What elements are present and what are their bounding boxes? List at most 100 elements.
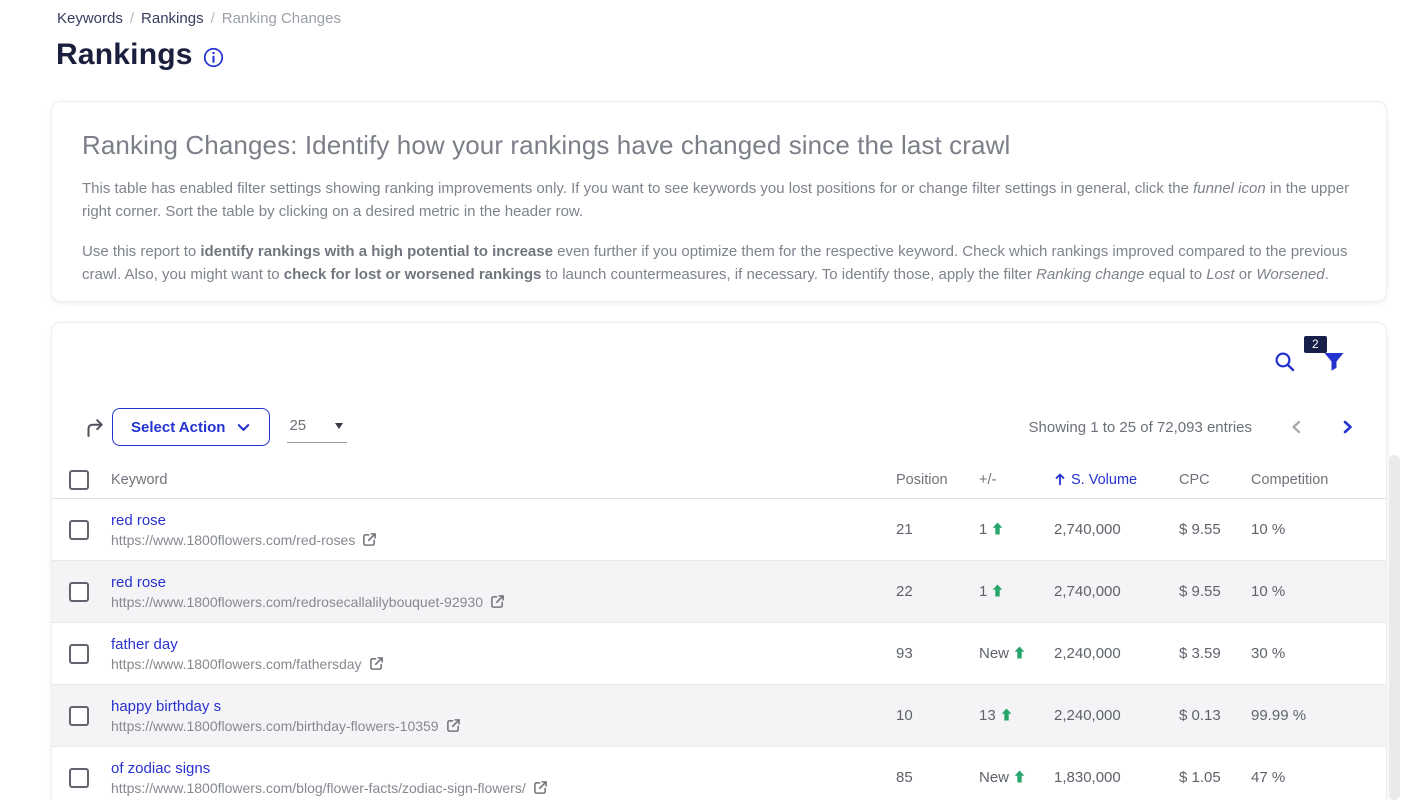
external-link-icon[interactable] (490, 594, 505, 609)
table-row: of zodiac signs https://www.1800flowers.… (52, 747, 1386, 800)
rankings-page: Keywords / Rankings / Ranking Changes Ra… (0, 0, 1422, 800)
pagination-prev-icon[interactable] (1288, 418, 1306, 436)
change-value: 1 (979, 521, 987, 538)
breadcrumb: Keywords / Rankings / Ranking Changes (57, 10, 341, 27)
table-body: red rose https://www.1800flowers.com/red… (52, 499, 1386, 800)
page-size-value: 25 (289, 417, 306, 434)
intro-p2-filter-name: Ranking change (1036, 266, 1144, 283)
keyword-url: https://www.1800flowers.com/blog/flower-… (111, 780, 526, 796)
intro-p2-text: or (1235, 266, 1257, 283)
change-up-arrow-icon (992, 584, 1003, 597)
intro-p2-bold-worsened: check for lost or worsened rankings (284, 266, 542, 283)
chevron-down-icon (236, 420, 251, 435)
table-row: happy birthday s https://www.1800flowers… (52, 685, 1386, 747)
header-position[interactable]: Position (896, 472, 979, 488)
header-change[interactable]: +/- (979, 472, 1054, 488)
keyword-url: https://www.1800flowers.com/red-roses (111, 532, 355, 548)
intro-p2-text: Use this report to (82, 243, 200, 260)
volume-value: 2,740,000 (1054, 521, 1179, 538)
change-up-arrow-icon (1014, 770, 1025, 783)
keyword-link[interactable]: of zodiac signs (111, 760, 210, 777)
sort-asc-icon (1054, 473, 1066, 486)
intro-p2-text: . (1325, 266, 1329, 283)
competition-value: 30 % (1251, 645, 1386, 662)
ranking-table-card: 2 Select Action 25 (51, 322, 1387, 800)
change-value: 13 (979, 707, 996, 724)
intro-card: Ranking Changes: Identify how your ranki… (51, 101, 1387, 302)
volume-value: 1,830,000 (1054, 769, 1179, 786)
table-toolbar: Select Action 25 Showing 1 to 25 of 72,0… (52, 407, 1386, 447)
cpc-value: $ 0.13 (1179, 707, 1251, 724)
title-row: Rankings (56, 38, 224, 72)
rankings-table: Keyword Position +/- S. Volume CPC Compe… (52, 461, 1386, 800)
scrollbar[interactable] (1389, 455, 1400, 800)
keyword-link[interactable]: father day (111, 636, 178, 653)
keyword-link[interactable]: red rose (111, 512, 166, 529)
external-link-icon[interactable] (446, 718, 461, 733)
row-checkbox[interactable] (69, 520, 89, 540)
filter-funnel[interactable]: 2 (1322, 350, 1346, 374)
position-value: 21 (896, 521, 979, 538)
table-actions: 2 (1274, 350, 1346, 374)
keyword-url: https://www.1800flowers.com/redrosecalla… (111, 594, 483, 610)
competition-value: 10 % (1251, 521, 1386, 538)
intro-p2-text: equal to (1144, 266, 1206, 283)
competition-value: 10 % (1251, 583, 1386, 600)
intro-p2-text: to launch countermeasures, if necessary.… (541, 266, 1036, 283)
table-header-row: Keyword Position +/- S. Volume CPC Compe… (52, 461, 1386, 499)
position-value: 85 (896, 769, 979, 786)
table-row: red rose https://www.1800flowers.com/red… (52, 499, 1386, 561)
cpc-value: $ 9.55 (1179, 583, 1251, 600)
search-icon[interactable] (1274, 351, 1296, 373)
header-volume[interactable]: S. Volume (1054, 472, 1179, 488)
intro-p1-funnel-icon-ref: funnel icon (1193, 180, 1266, 197)
cpc-value: $ 9.55 (1179, 521, 1251, 538)
position-value: 93 (896, 645, 979, 662)
breadcrumb-separator: / (130, 10, 134, 27)
change-value: New (979, 769, 1009, 786)
page-title: Rankings (56, 38, 193, 72)
volume-value: 2,740,000 (1054, 583, 1179, 600)
competition-value: 47 % (1251, 769, 1386, 786)
position-value: 10 (896, 707, 979, 724)
caret-down-icon (335, 423, 343, 429)
change-value: New (979, 645, 1009, 662)
intro-paragraph-2: Use this report to identify rankings wit… (82, 240, 1356, 287)
row-checkbox[interactable] (69, 582, 89, 602)
competition-value: 99.99 % (1251, 707, 1386, 724)
volume-value: 2,240,000 (1054, 707, 1179, 724)
intro-p2-filter-lost: Lost (1206, 266, 1234, 283)
change-up-arrow-icon (1014, 646, 1025, 659)
external-link-icon[interactable] (362, 532, 377, 547)
header-keyword[interactable]: Keyword (111, 472, 896, 488)
change-value: 1 (979, 583, 987, 600)
change-up-arrow-icon (1001, 708, 1012, 721)
keyword-link[interactable]: happy birthday s (111, 698, 221, 715)
volume-value: 2,240,000 (1054, 645, 1179, 662)
row-checkbox[interactable] (69, 644, 89, 664)
breadcrumb-rankings[interactable]: Rankings (141, 10, 204, 27)
row-checkbox[interactable] (69, 706, 89, 726)
breadcrumb-separator: / (211, 10, 215, 27)
change-up-arrow-icon (992, 522, 1003, 535)
header-competition[interactable]: Competition (1251, 472, 1386, 488)
position-value: 22 (896, 583, 979, 600)
keyword-url: https://www.1800flowers.com/fathersday (111, 656, 362, 672)
funnel-icon (1322, 350, 1346, 374)
breadcrumb-keywords[interactable]: Keywords (57, 10, 123, 27)
export-icon[interactable] (84, 416, 106, 438)
keyword-link[interactable]: red rose (111, 574, 166, 591)
select-action-button[interactable]: Select Action (112, 408, 270, 446)
external-link-icon[interactable] (533, 780, 548, 795)
pagination-next-icon[interactable] (1338, 418, 1356, 436)
breadcrumb-ranking-changes: Ranking Changes (222, 10, 341, 27)
cpc-value: $ 3.59 (1179, 645, 1251, 662)
row-checkbox[interactable] (69, 768, 89, 788)
header-cpc[interactable]: CPC (1179, 472, 1251, 488)
info-circle-icon[interactable] (203, 47, 224, 68)
select-all-checkbox[interactable] (69, 470, 89, 490)
external-link-icon[interactable] (369, 656, 384, 671)
intro-heading: Ranking Changes: Identify how your ranki… (82, 130, 1356, 161)
table-row: father day https://www.1800flowers.com/f… (52, 623, 1386, 685)
page-size-select[interactable]: 25 (287, 411, 347, 443)
